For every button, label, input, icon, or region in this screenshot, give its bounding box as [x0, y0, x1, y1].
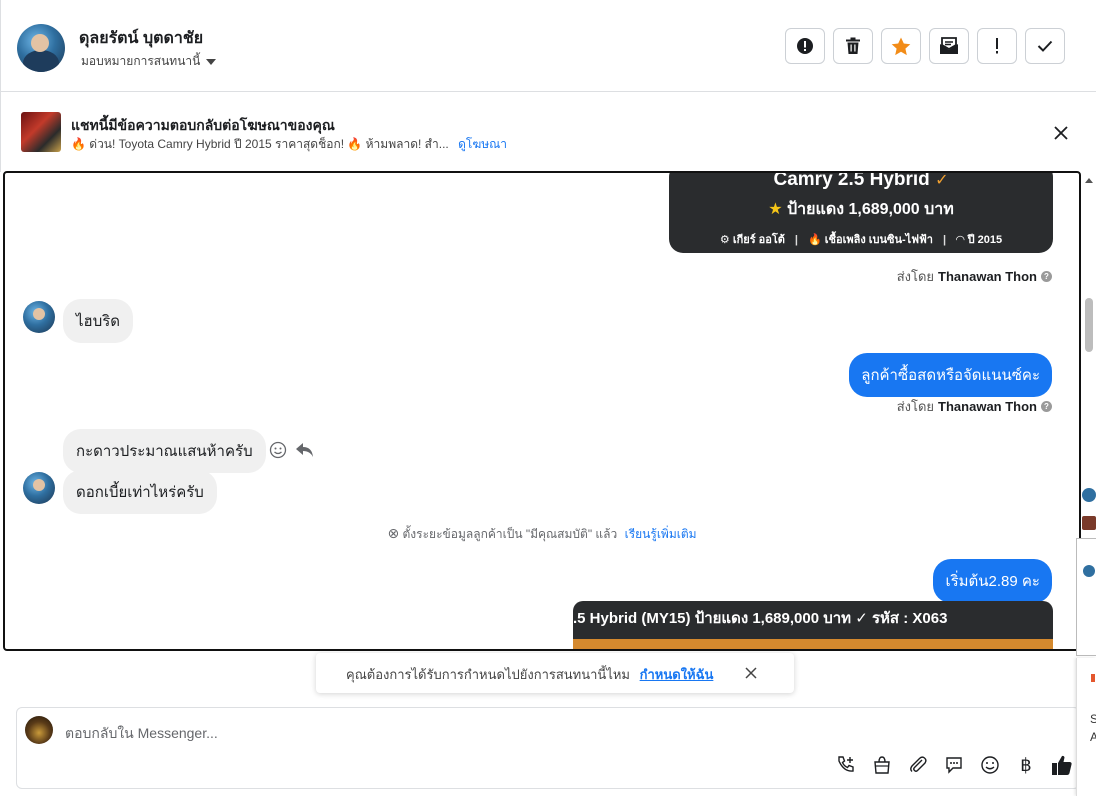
view-ad-link[interactable]: ดูโฆษณา [458, 137, 507, 151]
ad-banner-snippet: 🔥 ด่วน! Toyota Camry Hybrid ปี 2015 ราคา… [71, 135, 507, 154]
side-panel-peek: SA [1076, 478, 1096, 796]
product-card-specs: ⚙ เกียร์ ออโต้ | 🔥 เชื้อเพลิง เบนซิน-ไฟฟ้า… [719, 234, 1003, 246]
system-notice: ⊗ ตั้งระยะข้อมูลลูกค้าเป็น "มีคุณสมบัติ"… [387, 525, 697, 541]
learn-more-link[interactable]: เรียนรู้เพิ่มเติม [625, 527, 697, 541]
incoming-message[interactable]: กะดาวประมาณแสนห้าครับ [63, 429, 266, 473]
side-card [1076, 538, 1096, 656]
ad-thumbnail[interactable] [21, 112, 61, 152]
contact-avatar[interactable] [17, 24, 65, 72]
close-icon[interactable] [1052, 124, 1070, 142]
thumbs-up-icon[interactable] [1051, 754, 1073, 776]
contact-name[interactable]: ดุลยรัตน์ บุตดาชัย [79, 26, 203, 51]
header-actions [785, 28, 1065, 64]
incoming-message[interactable]: ไฮบริด [63, 299, 134, 343]
ad-reply-banner: แชทนี้มีข้อความตอบกลับต่อโฆษณาของคุณ 🔥 ด… [0, 92, 1096, 172]
outgoing-message[interactable]: เริ่มต้น2.89 คะ [933, 559, 1052, 603]
help-icon[interactable]: ? [1041, 271, 1052, 282]
verified-check-icon: ✓ [935, 172, 949, 189]
mark-unread-button[interactable] [929, 28, 969, 64]
incoming-message[interactable]: ดอกเบี้ยเท่าไหร่ครับ [63, 470, 217, 514]
side-card: SA [1076, 658, 1096, 796]
spec-gear: ⚙ เกียร์ ออโต้ [719, 234, 785, 246]
outgoing-message[interactable]: ลูกค้าซื้อสดหรือจัดแนนซ์คะ [849, 353, 1052, 397]
paperclip-icon[interactable] [907, 754, 929, 776]
message-thread[interactable]: Camry 2.5 Hybrid ✓ ★ ป้ายแดง 1,689,000 บ… [3, 171, 1081, 651]
shop-bag-icon[interactable] [871, 754, 893, 776]
reply-icon[interactable] [295, 441, 315, 459]
sender-avatar[interactable] [23, 472, 55, 504]
ad-thumbnail[interactable] [1082, 516, 1096, 530]
star-icon: ★ [768, 201, 783, 218]
product-card-price: ★ ป้ายแดง 1,689,000 บาท [768, 201, 954, 218]
spam-button[interactable] [785, 28, 825, 64]
ad-banner-title: แชทนี้มีข้อความตอบกลับต่อโฆษณาของคุณ [71, 117, 335, 133]
avatar[interactable] [1082, 488, 1096, 502]
product-card-title: Camry 2.5 Hybrid ✓ [773, 171, 949, 190]
scrollbar-thumb[interactable] [1085, 298, 1093, 352]
conversation-header: ดุลยรัตน์ บุตดาชัย มอบหมายการสนทนานี้ [0, 0, 1096, 92]
sent-by-label: ส่งโดย Thanawan Thon ? [897, 266, 1052, 287]
product-card-caption: .5 Hybrid (MY15) ป้ายแดง 1,689,000 บาท ✓… [573, 610, 948, 627]
sender-avatar[interactable] [23, 301, 55, 333]
exclamation-icon [996, 38, 998, 54]
product-card-banner [573, 639, 1053, 649]
message-actions [269, 441, 315, 459]
status-marker [1091, 674, 1095, 682]
envelope-icon [940, 37, 958, 54]
spec-fuel: 🔥 เชื้อเพลิง เบนซิน-ไฟฟ้า [808, 234, 933, 246]
reply-input[interactable]: ตอบกลับใน Messenger... [65, 723, 218, 745]
assign-to-me-link[interactable]: กำหนดให้ฉัน [640, 667, 714, 682]
assign-dropdown[interactable]: มอบหมายการสนทนานี้ [81, 52, 217, 71]
spec-year: ◠ ปี 2015 [956, 234, 1003, 246]
delete-button[interactable] [833, 28, 873, 64]
chevron-down-icon [206, 58, 217, 65]
assign-prompt-text: คุณต้องการได้รับการกำหนดไปยังการสนทนานี้… [346, 667, 630, 682]
star-icon [891, 37, 911, 55]
trash-icon [846, 37, 860, 54]
emoji-react-icon[interactable] [269, 441, 287, 459]
product-card-message[interactable]: .5 Hybrid (MY15) ป้ายแดง 1,689,000 บาท ✓… [573, 601, 1053, 649]
baht-icon[interactable]: ฿ [1015, 754, 1037, 776]
check-icon [1037, 40, 1053, 52]
scroll-up-icon[interactable] [1085, 178, 1093, 183]
avatar [1083, 565, 1095, 577]
speech-bubble-icon[interactable] [943, 754, 965, 776]
assign-prompt-toast: คุณต้องการได้รับการกำหนดไปยังการสนทนานี้… [316, 653, 794, 693]
reply-composer[interactable]: ตอบกลับใน Messenger... ฿ [16, 707, 1080, 789]
composer-toolbar: ฿ [835, 754, 1073, 776]
help-icon[interactable]: ? [1041, 401, 1052, 412]
call-add-icon[interactable] [835, 754, 857, 776]
close-icon[interactable] [744, 666, 758, 680]
ad-snippet-text: 🔥 ด่วน! Toyota Camry Hybrid ปี 2015 ราคา… [71, 137, 449, 151]
qualified-status-icon: ⊗ [387, 525, 400, 541]
page-avatar [25, 716, 53, 744]
follow-up-button[interactable] [977, 28, 1017, 64]
product-card-message[interactable]: Camry 2.5 Hybrid ✓ ★ ป้ายแดง 1,689,000 บ… [669, 171, 1053, 253]
emoji-icon[interactable] [979, 754, 1001, 776]
star-button[interactable] [881, 28, 921, 64]
mark-done-button[interactable] [1025, 28, 1065, 64]
alert-circle-icon [797, 38, 813, 54]
assign-label: มอบหมายการสนทนานี้ [81, 54, 201, 68]
sent-by-label: ส่งโดย Thanawan Thon ? [897, 396, 1052, 417]
